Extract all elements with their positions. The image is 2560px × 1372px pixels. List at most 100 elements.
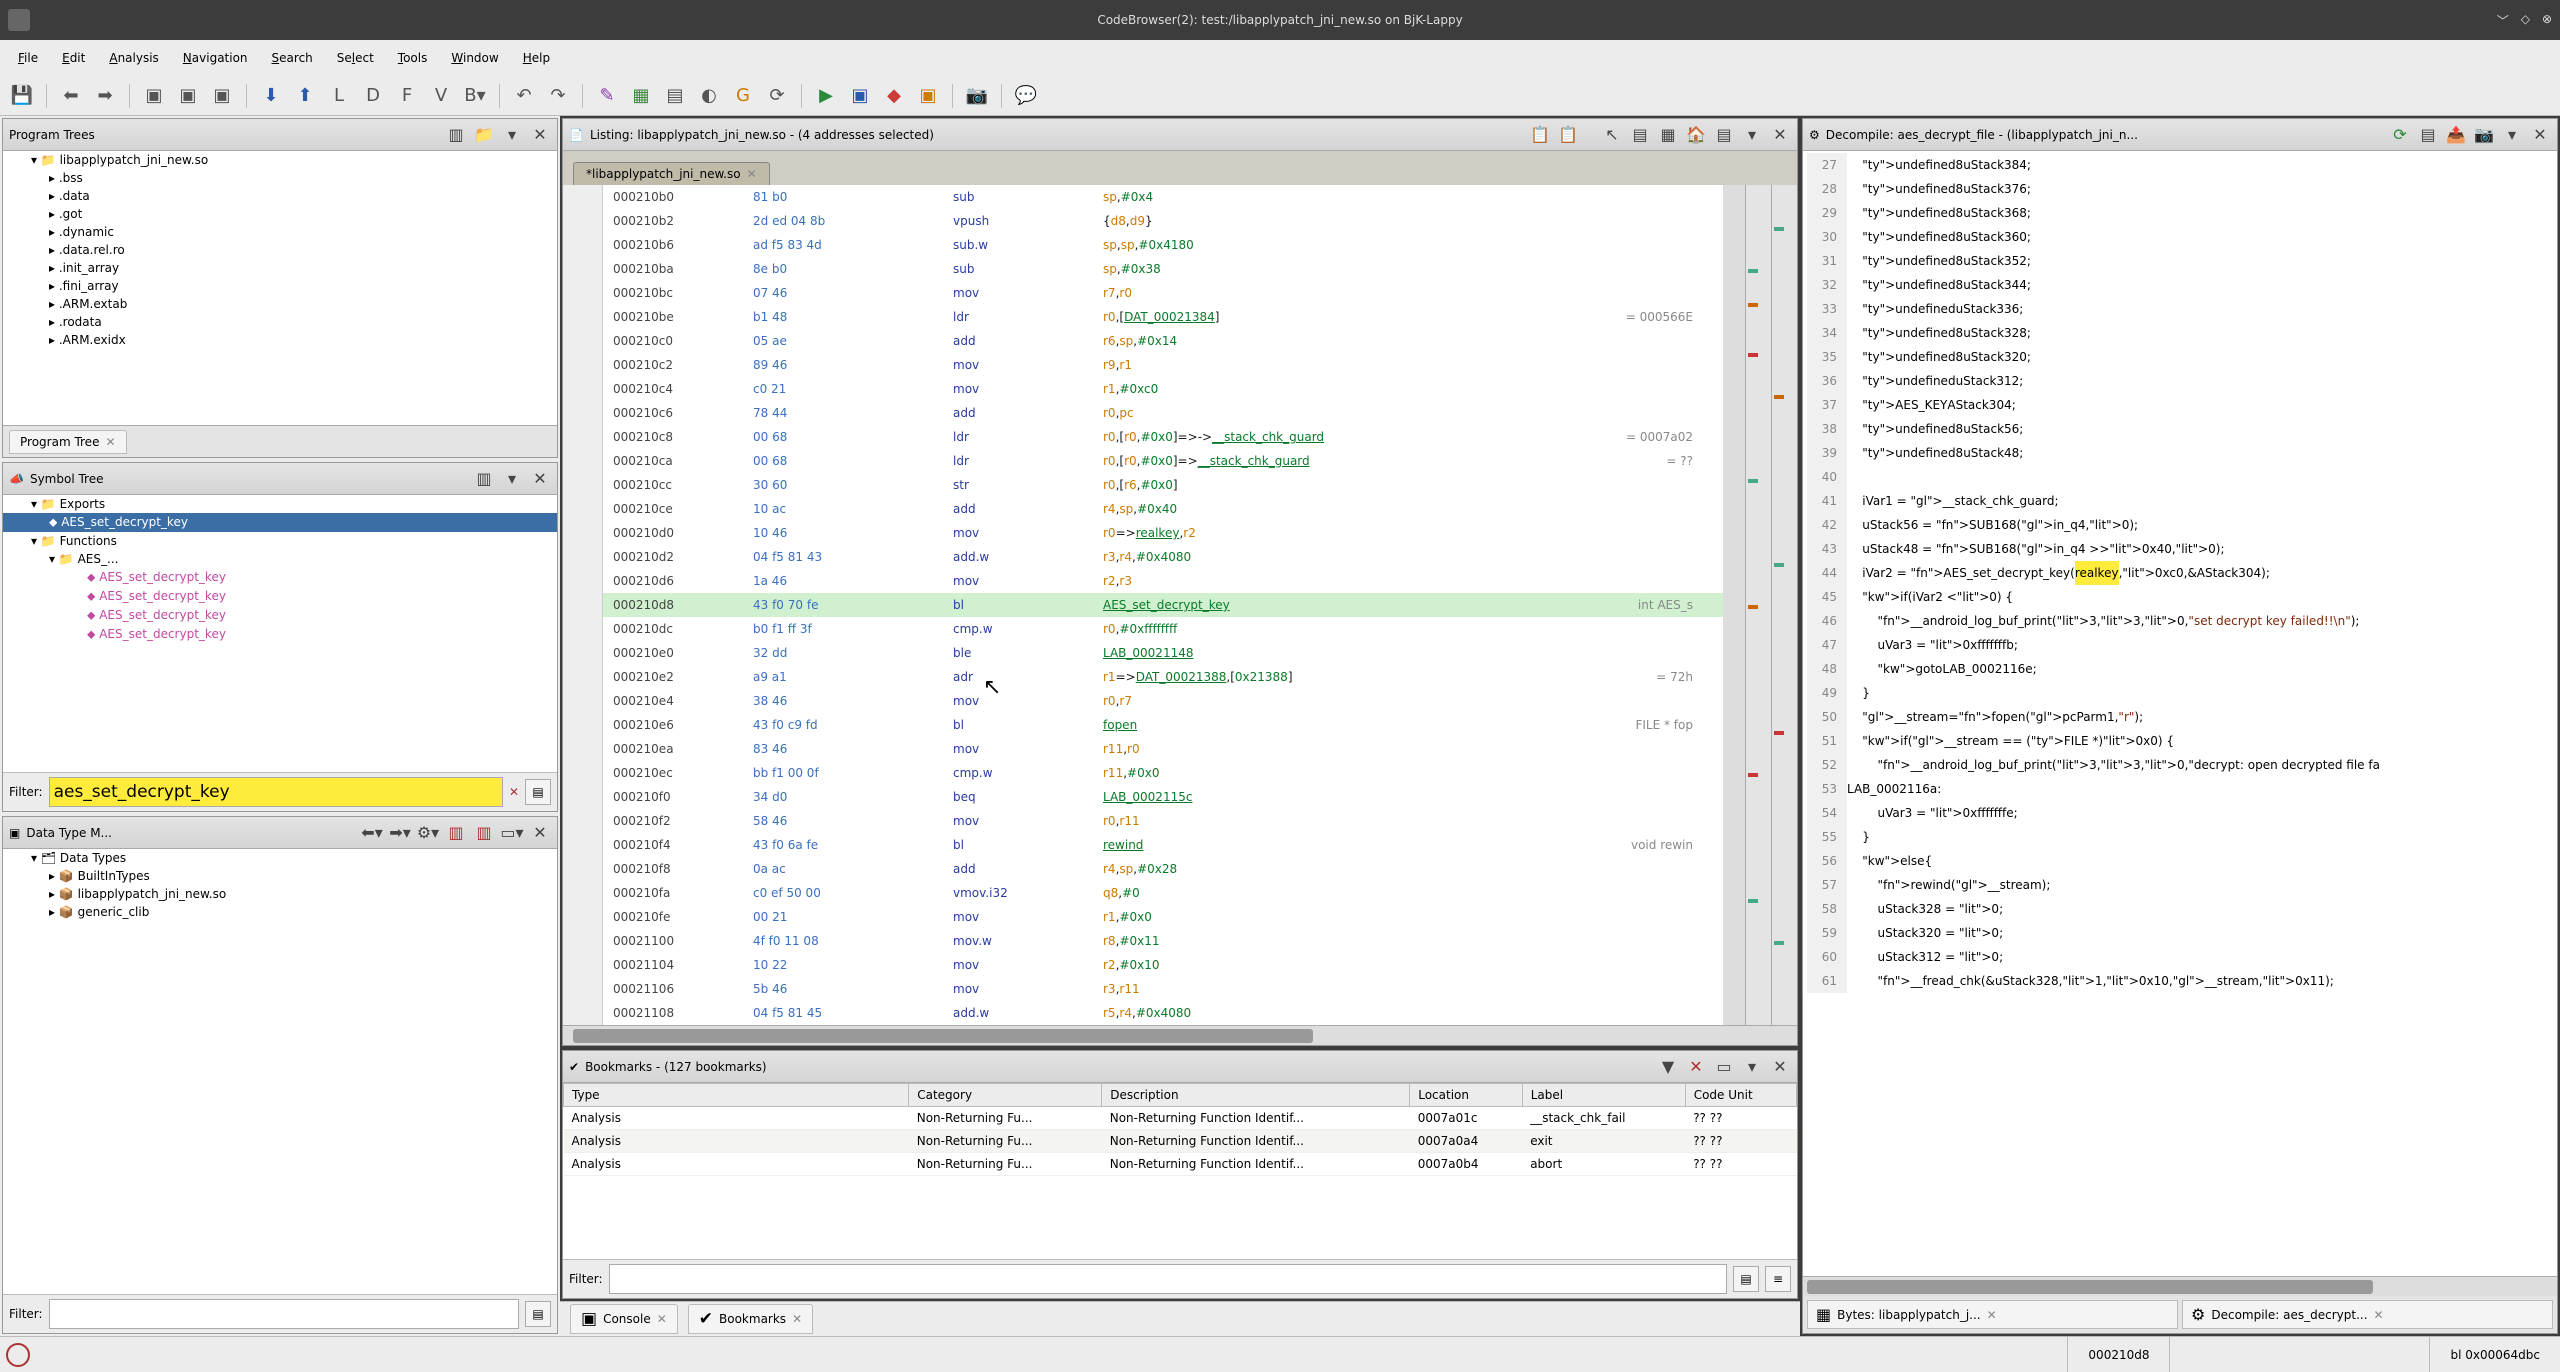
tool5-icon[interactable]: G xyxy=(729,82,757,110)
decompile-line[interactable]: 44 iVar2 = "fn">AES_set_decrypt_key(real… xyxy=(1807,561,2553,585)
dtm-fwd-icon[interactable]: ➡▾ xyxy=(389,822,411,844)
listing-row[interactable]: 000210c289 46movr9,r1 xyxy=(603,353,1723,377)
byte-icon[interactable]: B▾ xyxy=(461,82,489,110)
bookmarks-table[interactable]: TypeCategoryDescriptionLocationLabelCode… xyxy=(563,1083,1797,1259)
listing-row[interactable]: 000210b22d ed 04 8bvpush{d8,d9} xyxy=(603,209,1723,233)
symbol-filter-input[interactable] xyxy=(49,777,503,807)
listing-row[interactable]: 000210cc30 60strr0,[r6,#0x0] xyxy=(603,473,1723,497)
decompile-line[interactable]: 59 uStack320 = "lit">0; xyxy=(1807,921,2553,945)
decompile-line[interactable]: 48 "kw">goto LAB_0002116e; xyxy=(1807,657,2553,681)
listing-row[interactable]: 000211065b 46movr3,r11 xyxy=(603,977,1723,1001)
listing-row[interactable]: 000210ca00 68ldrr0,[r0,#0x0]=>__stack_ch… xyxy=(603,449,1723,473)
decompile-line[interactable]: 42 uStack56 = "fn">SUB168("gl">in_q4,"li… xyxy=(1807,513,2553,537)
listing-row[interactable]: 000210e032 ddbleLAB_00021148 xyxy=(603,641,1723,665)
listing-row[interactable]: 000210e2a9 a1adrr1=>DAT_00021388,[0x2138… xyxy=(603,665,1723,689)
dtm-body[interactable]: ▾ 🗂 Data Types ▸ 📦 BuiltInTypes▸ 📦 libap… xyxy=(3,849,557,1294)
pt-section[interactable]: ▸ .data xyxy=(3,187,557,205)
decompile-line[interactable]: 57 "fn">rewind("gl">__stream); xyxy=(1807,873,2553,897)
st-icon2[interactable]: ▾ xyxy=(501,468,523,490)
bm-col[interactable]: Label xyxy=(1522,1084,1685,1107)
decompile-line[interactable]: 45 "kw">if (iVar2 < "lit">0) { xyxy=(1807,585,2553,609)
ls-copy-icon[interactable]: 📋 xyxy=(1529,124,1551,146)
menu-tools[interactable]: Tools xyxy=(388,47,438,69)
bm-filter-btn2-icon[interactable]: ≡ xyxy=(1765,1266,1791,1292)
tool6-icon[interactable]: ⟳ xyxy=(763,82,791,110)
var-icon[interactable]: V xyxy=(427,82,455,110)
close-icon[interactable]: ✕ xyxy=(792,1312,802,1326)
bm-col[interactable]: Type xyxy=(564,1084,909,1107)
pt-icon1[interactable]: ▥ xyxy=(445,124,467,146)
menu-analysis[interactable]: Analysis xyxy=(99,47,168,69)
decompile-line[interactable]: 41 iVar1 = "gl">__stack_chk_guard; xyxy=(1807,489,2553,513)
pt-section[interactable]: ▸ .ARM.exidx xyxy=(3,331,557,349)
menu-file[interactable]: File xyxy=(8,47,48,69)
tool2-icon[interactable]: ▦ xyxy=(627,82,655,110)
filter-options-icon[interactable]: ▤ xyxy=(525,779,551,805)
bm-dropdown-icon[interactable]: ▾ xyxy=(1741,1056,1763,1078)
menu-navigation[interactable]: Navigation xyxy=(173,47,258,69)
st-fn-group[interactable]: ▾ 📁 AES_... xyxy=(3,550,557,568)
decompile-line[interactable]: 58 uStack328 = "lit">0; xyxy=(1807,897,2553,921)
save-icon[interactable]: 💾 xyxy=(8,82,36,110)
close-icon[interactable]: ✕ xyxy=(2374,1308,2384,1322)
ls-cursor-icon[interactable]: ↖ xyxy=(1601,124,1623,146)
decompile-line[interactable]: 33 "ty">undefined uStack336; xyxy=(1807,297,2553,321)
decompile-line[interactable]: 30 "ty">undefined8 uStack360; xyxy=(1807,225,2553,249)
decompile-line[interactable]: 40 xyxy=(1807,465,2553,489)
close-icon[interactable]: ✕ xyxy=(105,435,115,449)
dc-snapshot-icon[interactable]: 📷 xyxy=(2473,124,2495,146)
listing-row[interactable]: 000210dcb0 f1 ff 3fcmp.wr0,#0xffffffff xyxy=(603,617,1723,641)
decompile-hscroll[interactable] xyxy=(1803,1276,2557,1296)
listing-row[interactable]: 000210f034 d0beqLAB_0002115c xyxy=(603,785,1723,809)
help-icon[interactable]: 💬 xyxy=(1012,82,1040,110)
dtm-icon2[interactable]: ▥ xyxy=(445,822,467,844)
ls-close-icon[interactable]: ✕ xyxy=(1769,124,1791,146)
listing-row[interactable]: 000210b081 b0subsp,#0x4 xyxy=(603,185,1723,209)
run-icon[interactable]: ▶ xyxy=(812,82,840,110)
dtm-back-icon[interactable]: ⬅▾ xyxy=(361,822,383,844)
listing-row[interactable]: 000211004f f0 11 08mov.wr8,#0x11 xyxy=(603,929,1723,953)
bookmarks-filter-input[interactable] xyxy=(609,1264,1727,1294)
stop-icon[interactable]: ◆ xyxy=(880,82,908,110)
bm-close-icon[interactable]: ✕ xyxy=(1769,1056,1791,1078)
tab-program-tree[interactable]: Program Tree ✕ xyxy=(9,430,127,454)
decompile-line[interactable]: 61 "fn">__fread_chk(&uStack328,"lit">1,"… xyxy=(1807,969,2553,993)
pt-section[interactable]: ▸ .rodata xyxy=(3,313,557,331)
pt-close-icon[interactable]: ✕ xyxy=(529,124,551,146)
listing-hscroll[interactable] xyxy=(563,1025,1797,1045)
dtm-item[interactable]: ▸ 📦 BuiltInTypes xyxy=(3,867,557,885)
listing-tab[interactable]: *libapplypatch_jni_new.so ✕ xyxy=(573,162,770,185)
listing-row[interactable]: 000210f80a acaddr4,sp,#0x28 xyxy=(603,857,1723,881)
menu-edit[interactable]: Edit xyxy=(52,47,95,69)
ls-tool1-icon[interactable]: ▤ xyxy=(1629,124,1651,146)
window-maximize-icon[interactable]: ◇ xyxy=(2521,12,2530,29)
decompile-line[interactable]: 38 "ty">undefined8 uStack56; xyxy=(1807,417,2553,441)
close-icon[interactable]: ✕ xyxy=(747,167,757,181)
back-icon[interactable]: ⬅ xyxy=(57,82,85,110)
bm-row[interactable]: AnalysisNon-Returning Fu...Non-Returning… xyxy=(564,1130,1797,1153)
tool4-icon[interactable]: ◐ xyxy=(695,82,723,110)
pt-dropdown-icon[interactable]: ▾ xyxy=(501,124,523,146)
pt-section[interactable]: ▸ .ARM.extab xyxy=(3,295,557,313)
decompile-line[interactable]: 37 "ty">AES_KEY AStack304; xyxy=(1807,393,2553,417)
decompile-line[interactable]: 52 "fn">__android_log_buf_print("lit">3,… xyxy=(1807,753,2553,777)
st-export-item[interactable]: ⬥ AES_set_decrypt_key xyxy=(3,513,557,532)
listing-row[interactable]: 000210c800 68ldrr0,[r0,#0x0]=>->__stack_… xyxy=(603,425,1723,449)
nav2-icon[interactable]: ▣ xyxy=(174,82,202,110)
bm-col[interactable]: Description xyxy=(1102,1084,1410,1107)
decompile-line[interactable]: 51 "kw">if ("gl">__stream == ("ty">FILE … xyxy=(1807,729,2553,753)
pt-root[interactable]: ▾ 📁 libapplypatch_jni_new.so xyxy=(3,151,557,169)
arrow-up-icon[interactable]: ⬆ xyxy=(291,82,319,110)
decompile-line[interactable]: 36 "ty">undefined uStack312; xyxy=(1807,369,2553,393)
st-close-icon[interactable]: ✕ xyxy=(529,468,551,490)
bm-col[interactable]: Location xyxy=(1410,1084,1522,1107)
decompile-line[interactable]: 60 uStack312 = "lit">0; xyxy=(1807,945,2553,969)
pt-section[interactable]: ▸ .fini_array xyxy=(3,277,557,295)
decompile-line[interactable]: 50 "gl">__stream = "fn">fopen("gl">pcPar… xyxy=(1807,705,2553,729)
dc-icon1[interactable]: ▤ xyxy=(2417,124,2439,146)
listing-scrollbar[interactable] xyxy=(1723,185,1745,1025)
bm-delete-icon[interactable]: ✕ xyxy=(1685,1056,1707,1078)
decompile-line[interactable]: 32 "ty">undefined8 uStack344; xyxy=(1807,273,2553,297)
undo-icon[interactable]: ↶ xyxy=(510,82,538,110)
bm-col[interactable]: Category xyxy=(909,1084,1102,1107)
